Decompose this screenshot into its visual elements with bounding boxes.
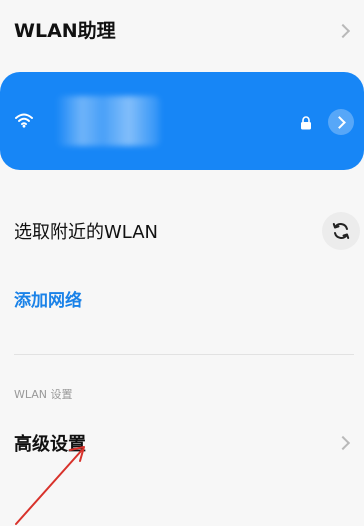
- wlan-settings-screen: WLAN助理 选取附近的WLAN 添加网络 WLAN 设置 高级设置: [0, 0, 364, 526]
- refresh-button[interactable]: [322, 212, 360, 250]
- add-network-row[interactable]: 添加网络: [0, 276, 364, 320]
- refresh-icon: [332, 223, 350, 239]
- network-name-blurred: [56, 96, 160, 146]
- choose-nearby-wlan-label: 选取附近的WLAN: [14, 222, 159, 243]
- annotation-arrow: [15, 446, 85, 525]
- wlan-assistant-row[interactable]: WLAN助理: [0, 0, 364, 64]
- add-network-link[interactable]: 添加网络: [14, 286, 82, 311]
- chevron-right-icon: [335, 435, 351, 451]
- wlan-assistant-label: WLAN助理: [14, 20, 116, 42]
- lock-icon: [301, 116, 311, 130]
- choose-nearby-wlan-row: 选取附近的WLAN: [0, 200, 364, 260]
- chevron-right-icon: [333, 116, 346, 129]
- wifi-icon: [15, 113, 33, 128]
- chevron-right-icon: [335, 23, 351, 39]
- divider: [14, 354, 354, 355]
- network-details-button[interactable]: [328, 109, 354, 135]
- wlan-settings-section-header: WLAN 设置: [14, 388, 73, 401]
